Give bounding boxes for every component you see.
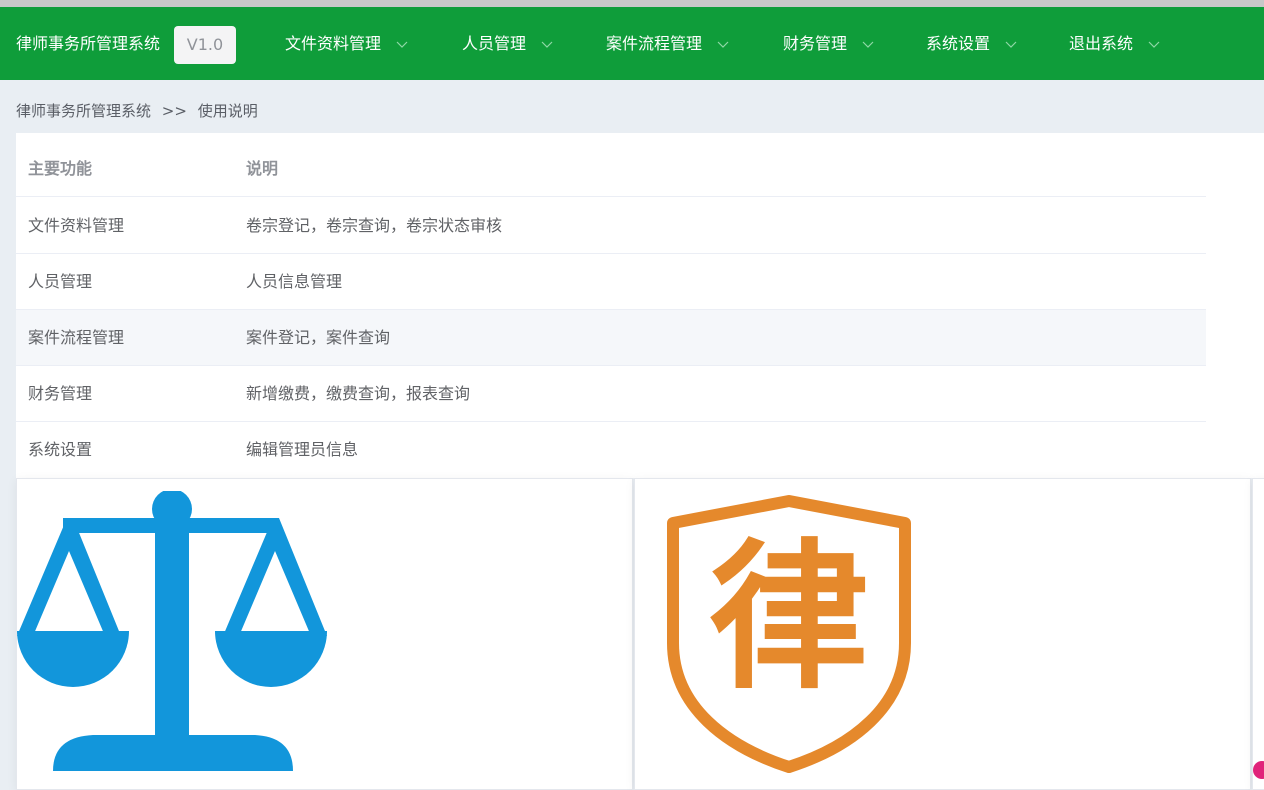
menu-file-management[interactable]: 文件资料管理 [285, 7, 408, 80]
breadcrumb-root[interactable]: 律师事务所管理系统 [16, 102, 151, 120]
scales-of-justice-icon [17, 491, 327, 771]
scales-card [16, 478, 633, 790]
table-cell-feature: 案件流程管理 [28, 328, 125, 347]
top-navbar: 律师事务所管理系统 V1.0 文件资料管理 人员管理 案件流程管理 财务管理 系… [0, 7, 1264, 80]
chevron-down-icon [541, 41, 553, 49]
breadcrumb: 律师事务所管理系统 >> 使用说明 [16, 100, 258, 121]
table-cell-feature: 财务管理 [28, 384, 93, 403]
table-cell-description: 编辑管理员信息 [246, 440, 359, 459]
table-cell-feature: 系统设置 [28, 440, 93, 459]
table-row: 人员管理 人员信息管理 [16, 254, 1206, 310]
menu-label: 退出系统 [1069, 34, 1134, 53]
table-row: 案件流程管理 案件登记，案件查询 [16, 310, 1206, 366]
window-top-strip [0, 0, 1264, 7]
menu-system-settings[interactable]: 系统设置 [926, 7, 1017, 80]
menu-label: 人员管理 [462, 34, 527, 53]
app-brand: 律师事务所管理系统 [16, 34, 161, 53]
menu-personnel-management[interactable]: 人员管理 [462, 7, 553, 80]
table-cell-feature: 文件资料管理 [28, 216, 125, 235]
menu-finance-management[interactable]: 财务管理 [783, 7, 874, 80]
chevron-down-icon [1148, 41, 1160, 49]
table-row: 财务管理 新增缴费，缴费查询，报表查询 [16, 366, 1206, 422]
table-cell-description: 新增缴费，缴费查询，报表查询 [246, 384, 471, 403]
chevron-down-icon [396, 41, 408, 49]
version-badge: V1.0 [174, 26, 236, 64]
menu-logout[interactable]: 退出系统 [1069, 7, 1160, 80]
table-cell-feature: 人员管理 [28, 272, 93, 291]
table-cell-description: 人员信息管理 [246, 272, 343, 291]
law-shield-icon: 律 [667, 495, 911, 773]
menu-label: 系统设置 [926, 34, 991, 53]
feature-table: 主要功能 说明 文件资料管理 卷宗登记，卷宗查询，卷宗状态审核 人员管理 人员信… [16, 133, 1264, 478]
menu-case-flow-management[interactable]: 案件流程管理 [606, 7, 729, 80]
table-cell-description: 案件登记，案件查询 [246, 328, 391, 347]
breadcrumb-current: 使用说明 [197, 102, 258, 120]
law-character: 律 [709, 524, 869, 711]
chevron-down-icon [717, 41, 729, 49]
law-shield-card: 律 [634, 478, 1251, 790]
table-header-feature: 主要功能 [28, 159, 93, 178]
table-row: 系统设置 编辑管理员信息 [16, 422, 1206, 478]
pink-dot-icon [1253, 761, 1264, 779]
menu-label: 文件资料管理 [285, 34, 382, 53]
menu-label: 案件流程管理 [606, 34, 703, 53]
chevron-down-icon [862, 41, 874, 49]
table-header-row: 主要功能 说明 [16, 141, 1206, 197]
table-row: 文件资料管理 卷宗登记，卷宗查询，卷宗状态审核 [16, 198, 1206, 254]
partial-card [1252, 478, 1264, 790]
chevron-down-icon [1005, 41, 1017, 49]
breadcrumb-separator: >> [161, 102, 187, 120]
menu-label: 财务管理 [783, 34, 848, 53]
table-header-description: 说明 [246, 159, 279, 178]
table-cell-description: 卷宗登记，卷宗查询，卷宗状态审核 [246, 216, 503, 235]
